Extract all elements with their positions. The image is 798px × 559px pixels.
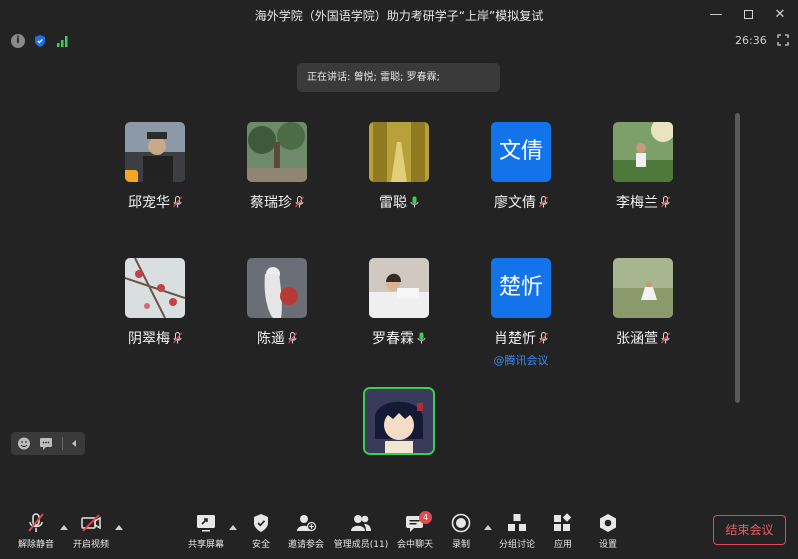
mic-muted-icon: [295, 196, 304, 208]
avatar: [125, 122, 185, 182]
speaking-names: 曾悦; 雷聪; 罗春霖;: [353, 72, 441, 83]
mic-muted-icon: [539, 196, 548, 208]
participant-name: 邱宠华: [128, 195, 170, 211]
host-badge: [125, 170, 138, 182]
breakout-rooms-icon: [508, 514, 526, 531]
participant-name: 阴翠梅: [128, 331, 170, 347]
unmute-button[interactable]: 解除静音: [6, 513, 66, 550]
invite-label: 邀请参会: [287, 540, 324, 550]
mic-muted-icon: [539, 332, 548, 344]
video-options-caret[interactable]: [115, 525, 123, 530]
manage-members-button[interactable]: 管理成员(11): [331, 513, 391, 550]
video-off-icon: [81, 514, 101, 532]
participant-tile[interactable]: 阴翠梅: [100, 258, 210, 348]
avatar-photo: [613, 258, 673, 318]
participant-tile[interactable]: 文倩 廖文倩: [466, 122, 576, 212]
start-video-label: 开启视频: [72, 540, 109, 550]
end-meeting-button[interactable]: 结束会议: [713, 515, 786, 545]
avatar: [369, 258, 429, 318]
emoji-icon[interactable]: [17, 437, 31, 450]
avatar: [369, 122, 429, 182]
avatar: [247, 122, 307, 182]
gear-icon: [600, 514, 616, 532]
mic-muted-icon: [288, 332, 297, 344]
chat-bubble-icon[interactable]: [39, 437, 53, 450]
speaking-label: 正在讲话:: [307, 72, 351, 83]
window-title: 海外学院（外国语学院）助力考研学子“上岸”模拟复试: [254, 9, 544, 23]
share-screen-label: 共享屏幕: [187, 540, 224, 550]
minimize-button[interactable]: —: [704, 4, 728, 26]
mic-muted-icon: [661, 196, 670, 208]
members-icon: [351, 515, 371, 531]
title-bar: 海外学院（外国语学院）助力考研学子“上岸”模拟复试 — ✕: [0, 0, 798, 30]
participant-tile[interactable]: 蔡瑞珍: [222, 122, 332, 212]
avatar: [613, 122, 673, 182]
unmute-label: 解除静音: [17, 540, 54, 550]
avatar-photo: [369, 258, 429, 318]
signal-icon[interactable]: [56, 34, 70, 48]
collapse-left-icon[interactable]: [67, 437, 81, 450]
participant-tag: @腾讯会议: [493, 354, 549, 367]
settings-button[interactable]: 设置: [578, 513, 638, 550]
avatar-photo: [613, 122, 673, 182]
avatar-photo: [247, 258, 307, 318]
participant-name: 张涵萱: [616, 331, 658, 347]
bottom-toolbar: 解除静音 开启视频 共享屏幕 安全 邀请参会 管理成员(11) 4 会中聊天 录…: [0, 503, 798, 559]
info-icon[interactable]: i: [11, 34, 25, 48]
add-user-icon: [297, 515, 317, 532]
close-button[interactable]: ✕: [768, 4, 792, 26]
participant-name: 廖文倩: [494, 195, 536, 211]
active-speaker-tile[interactable]: [363, 387, 435, 455]
participant-tile[interactable]: 雷聪: [344, 122, 454, 212]
shield-icon[interactable]: [33, 34, 47, 48]
maximize-icon: [743, 10, 753, 19]
meeting-timer: 26:36: [735, 34, 767, 47]
mic-on-icon: [410, 196, 419, 208]
fullscreen-icon[interactable]: [777, 34, 789, 46]
participant-tile[interactable]: 陈遥: [222, 258, 332, 348]
avatar-photo: [247, 122, 307, 182]
participant-tile[interactable]: 张涵萱: [588, 258, 698, 348]
mic-on-icon: [417, 332, 426, 344]
participant-name: 陈遥: [257, 331, 285, 347]
avatar-photo: [365, 389, 433, 453]
speaking-banner: 正在讲话: 曾悦; 雷聪; 罗春霖;: [297, 63, 500, 92]
mic-muted-icon: [661, 332, 670, 344]
avatar-photo: [369, 122, 429, 182]
mic-muted-icon: [173, 332, 182, 344]
participant-name: 肖楚忻: [494, 331, 536, 347]
participant-tile[interactable]: 楚忻 肖楚忻 @腾讯会议: [466, 258, 576, 368]
participant-name: 李梅兰: [616, 195, 658, 211]
maximize-button[interactable]: [736, 4, 760, 26]
share-screen-icon: [197, 515, 215, 532]
avatar: [125, 258, 185, 318]
participant-name: 雷聪: [379, 195, 407, 211]
manage-members-label: 管理成员(11): [333, 540, 389, 550]
settings-label: 设置: [598, 540, 617, 550]
apps-icon: [554, 513, 572, 531]
avatar: 文倩: [491, 122, 551, 182]
record-button[interactable]: 录制: [431, 513, 491, 550]
share-screen-button[interactable]: 共享屏幕: [176, 513, 236, 550]
participant-name: 罗春霖: [372, 331, 414, 347]
start-video-button[interactable]: 开启视频: [61, 513, 121, 550]
avatar: 楚忻: [491, 258, 551, 318]
invite-button[interactable]: 邀请参会: [276, 513, 336, 550]
grid-scrollbar[interactable]: [735, 113, 740, 403]
participant-tile[interactable]: 李梅兰: [588, 122, 698, 212]
record-label: 录制: [451, 540, 470, 550]
participant-tile[interactable]: 邱宠华: [100, 122, 210, 212]
avatar: [247, 258, 307, 318]
record-icon: [451, 513, 471, 533]
mic-muted-icon: [28, 513, 44, 532]
participant-tile[interactable]: 罗春霖: [344, 258, 454, 348]
mic-muted-icon: [173, 196, 182, 208]
shield-icon: [254, 514, 268, 532]
reaction-divider: [62, 437, 63, 450]
participant-name: 蔡瑞珍: [250, 195, 292, 211]
avatar-photo: [125, 258, 185, 318]
reaction-bar: [11, 432, 85, 455]
avatar: [613, 258, 673, 318]
